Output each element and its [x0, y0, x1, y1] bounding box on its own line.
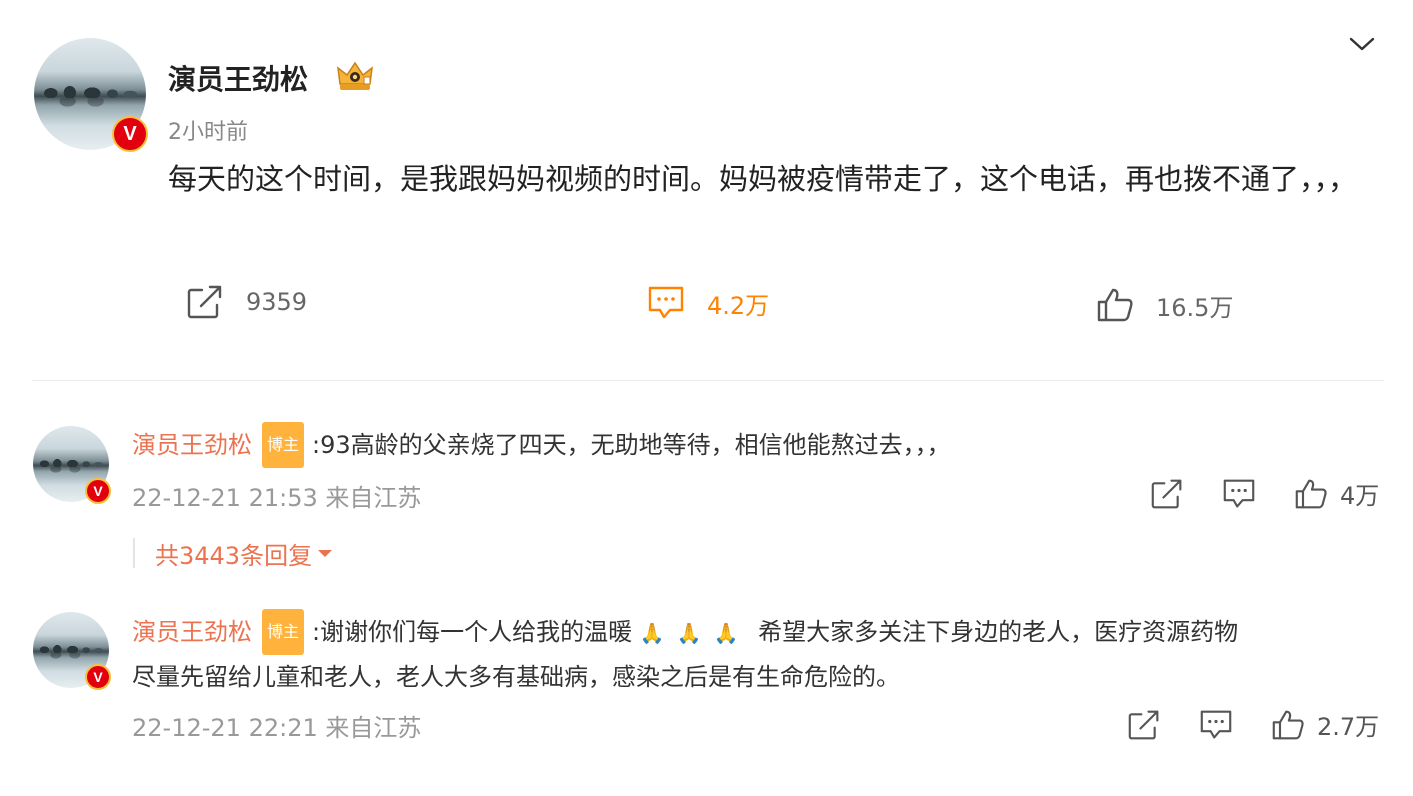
comment-author-name[interactable]: 演员王劲松 [132, 431, 252, 459]
repost-count: 9359 [246, 288, 308, 316]
repost-icon [1128, 710, 1159, 740]
comment-body: 演员王劲松 博主:93高龄的父亲烧了四天，无助地等待，相信他能熬过去，，， [132, 422, 1372, 468]
crown-badge-icon [334, 58, 376, 94]
post-timestamp[interactable]: 2小时前 [168, 114, 248, 146]
verified-badge-icon: V [112, 116, 148, 152]
like-icon [1097, 288, 1133, 322]
like-button[interactable]: 16.5万 [1096, 287, 1233, 323]
post-body-text: 每天的这个时间，是我跟妈妈视频的时间。妈妈被疫情带走了，这个电话，再也拨不通了，… [168, 162, 1358, 196]
comment-icon [1223, 479, 1255, 508]
like-icon [1272, 710, 1304, 739]
repost-button[interactable]: 9359 [186, 284, 307, 320]
replies-count-label: 共3443条回复 [155, 541, 313, 570]
caret-down-icon [318, 550, 333, 557]
comment-repost-button[interactable] [1150, 478, 1184, 510]
post-author-name[interactable]: 演员王劲松 [168, 58, 308, 98]
prayer-emoji: 🙏🙏🙏 [639, 621, 751, 645]
comment-text: :93高龄的父亲烧了四天，无助地等待，相信他能熬过去，，， [312, 431, 951, 459]
like-icon [1295, 479, 1327, 508]
comment-like-button[interactable]: 2.7万 [1271, 707, 1379, 742]
comment-icon [1200, 710, 1232, 739]
comment-button[interactable]: 4.2万 [647, 285, 769, 321]
comment-count: 4.2万 [707, 291, 770, 320]
comment-author-name[interactable]: 演员王劲松 [132, 618, 252, 646]
verified-badge-icon: V [85, 478, 111, 504]
comment-reply-button[interactable] [1222, 478, 1256, 510]
comment-icon [648, 286, 684, 319]
comment-text-line2: 尽量先留给儿童和老人，老人大多有基础病，感染之后是有生命危险的。 [132, 663, 900, 691]
comment-meta: 22-12-21 22:21 来自江苏 [132, 714, 422, 742]
comment-meta: 22-12-21 21:53 来自江苏 [132, 484, 422, 512]
repost-icon [1151, 479, 1182, 509]
like-count: 16.5万 [1156, 293, 1234, 322]
author-tag-badge: 博主 [262, 609, 305, 655]
comment-text: :谢谢你们每一个人给我的温暖 [312, 618, 633, 646]
comment-like-button[interactable]: 4万 [1294, 476, 1379, 511]
repost-icon [187, 285, 222, 319]
author-tag-badge: 博主 [262, 422, 305, 468]
section-divider [32, 380, 1384, 381]
comment-like-count: 4万 [1340, 482, 1380, 510]
verified-badge-icon: V [85, 664, 111, 690]
comment-reply-button[interactable] [1199, 709, 1233, 741]
post-body: 每天的这个时间，是我跟妈妈视频的时间。妈妈被疫情带走了，这个电话，再也拨不通了，… [168, 152, 1378, 206]
comment-repost-button[interactable] [1127, 709, 1161, 741]
comment-like-count: 2.7万 [1317, 713, 1380, 741]
view-replies-link[interactable]: 共3443条回复 [133, 538, 334, 570]
comment-text: 希望大家多关注下身边的老人，医疗资源药物 [758, 618, 1239, 646]
expand-chevron-icon[interactable] [1348, 34, 1376, 54]
comment-body: 演员王劲松 博主:谢谢你们每一个人给我的温暖 🙏🙏🙏 希望大家多关注下身边的老人，… [132, 609, 1382, 699]
